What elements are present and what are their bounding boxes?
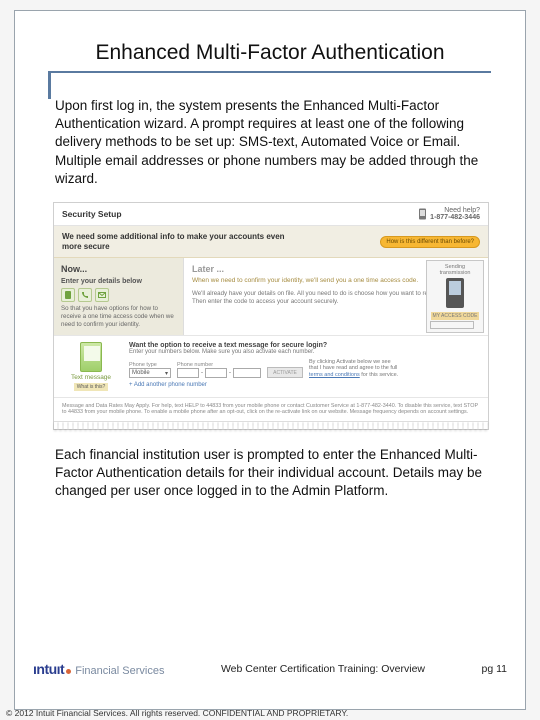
now-column: Now... Enter your details below So that … (54, 258, 184, 334)
text-message-label: Text message (61, 374, 121, 381)
email-icon (95, 288, 109, 302)
text-option-right: Want the option to receive a text messag… (129, 342, 481, 391)
flip-phone-icon (446, 278, 464, 308)
add-another-phone-link[interactable]: + Add another phone number (129, 382, 481, 388)
delivery-icons-row (61, 288, 176, 302)
now-subtitle: Enter your details below (61, 278, 176, 285)
device-preview: Sending transmission MY ACCESS CODE (426, 260, 484, 333)
phone-type-value: Mobile (132, 370, 150, 376)
intro-paragraph: Upon first log in, the system presents t… (55, 97, 485, 188)
access-code-label: MY ACCESS CODE (431, 312, 480, 320)
security-setup-heading: Security Setup (62, 209, 122, 219)
text-option-left: Text message What is this? (61, 342, 121, 391)
intuit-logo: ıntuıt Financial Services (33, 661, 164, 677)
need-help-block: Need help? 1-877-482-3446 (418, 207, 480, 221)
logo-subtext: Financial Services (75, 665, 164, 677)
phone-part-2[interactable] (205, 368, 227, 378)
torn-edge (54, 421, 488, 429)
sending-label: Sending transmission (430, 264, 480, 276)
phone-entry-row: Phone type Mobile ▾ Phone number - - (129, 359, 481, 379)
copyright-line: © 2012 Intuit Financial Services. All ri… (6, 708, 348, 718)
sms-footnote: Message and Data Rates May Apply. For he… (54, 397, 488, 422)
slide-footer: ıntuıt Financial Services Web Center Cer… (15, 661, 525, 677)
need-help-label: Need help? (430, 207, 480, 214)
phone-part-1[interactable] (177, 368, 199, 378)
mobile-phone-icon (80, 342, 102, 372)
security-setup-screenshot: Security Setup Need help? 1-877-482-3446… (53, 202, 489, 430)
text-option-sub: Enter your numbers below. Make sure you … (129, 349, 481, 355)
info-banner: We need some additional info to make you… (54, 226, 488, 258)
now-description: So that you have options for how to rece… (61, 305, 176, 328)
slide-page: Enhanced Multi-Factor Authentication Upo… (14, 10, 526, 710)
access-code-input[interactable] (430, 321, 474, 329)
phone-type-select[interactable]: Mobile ▾ (129, 368, 171, 378)
page-number: pg 11 (482, 663, 508, 675)
how-different-button[interactable]: How is this different than before? (380, 236, 480, 248)
activate-button[interactable]: ACTIVATE (267, 367, 303, 378)
phone-icon (418, 208, 427, 220)
later-column: Later ... When we need to confirm your i… (184, 258, 488, 334)
logo-text: ıntuıt (33, 661, 64, 677)
phone-part-3[interactable] (233, 368, 261, 378)
voice-icon (78, 288, 92, 302)
need-help-phone: 1-877-482-3446 (430, 214, 480, 221)
footer-title: Web Center Certification Training: Overv… (176, 663, 469, 675)
banner-text: We need some additional info to make you… (62, 232, 302, 251)
slide-title: Enhanced Multi-Factor Authentication (49, 41, 491, 65)
activate-disclaimer: By clicking Activate below we see that I… (309, 359, 399, 379)
text-option-question: Want the option to receive a text messag… (129, 342, 481, 349)
closing-paragraph: Each financial institution user is promp… (55, 446, 485, 501)
terms-link[interactable]: terms and conditions (309, 372, 360, 378)
sms-icon (61, 288, 75, 302)
title-container: Enhanced Multi-Factor Authentication (49, 41, 491, 73)
now-title: Now... (61, 264, 176, 274)
what-is-this-link[interactable]: What is this? (74, 383, 109, 391)
chevron-down-icon: ▾ (165, 370, 168, 377)
text-message-section: Text message What is this? Want the opti… (54, 335, 488, 397)
screenshot-header: Security Setup Need help? 1-877-482-3446 (54, 203, 488, 226)
logo-dot-icon (66, 669, 71, 674)
now-later-columns: Now... Enter your details below So that … (54, 258, 488, 334)
